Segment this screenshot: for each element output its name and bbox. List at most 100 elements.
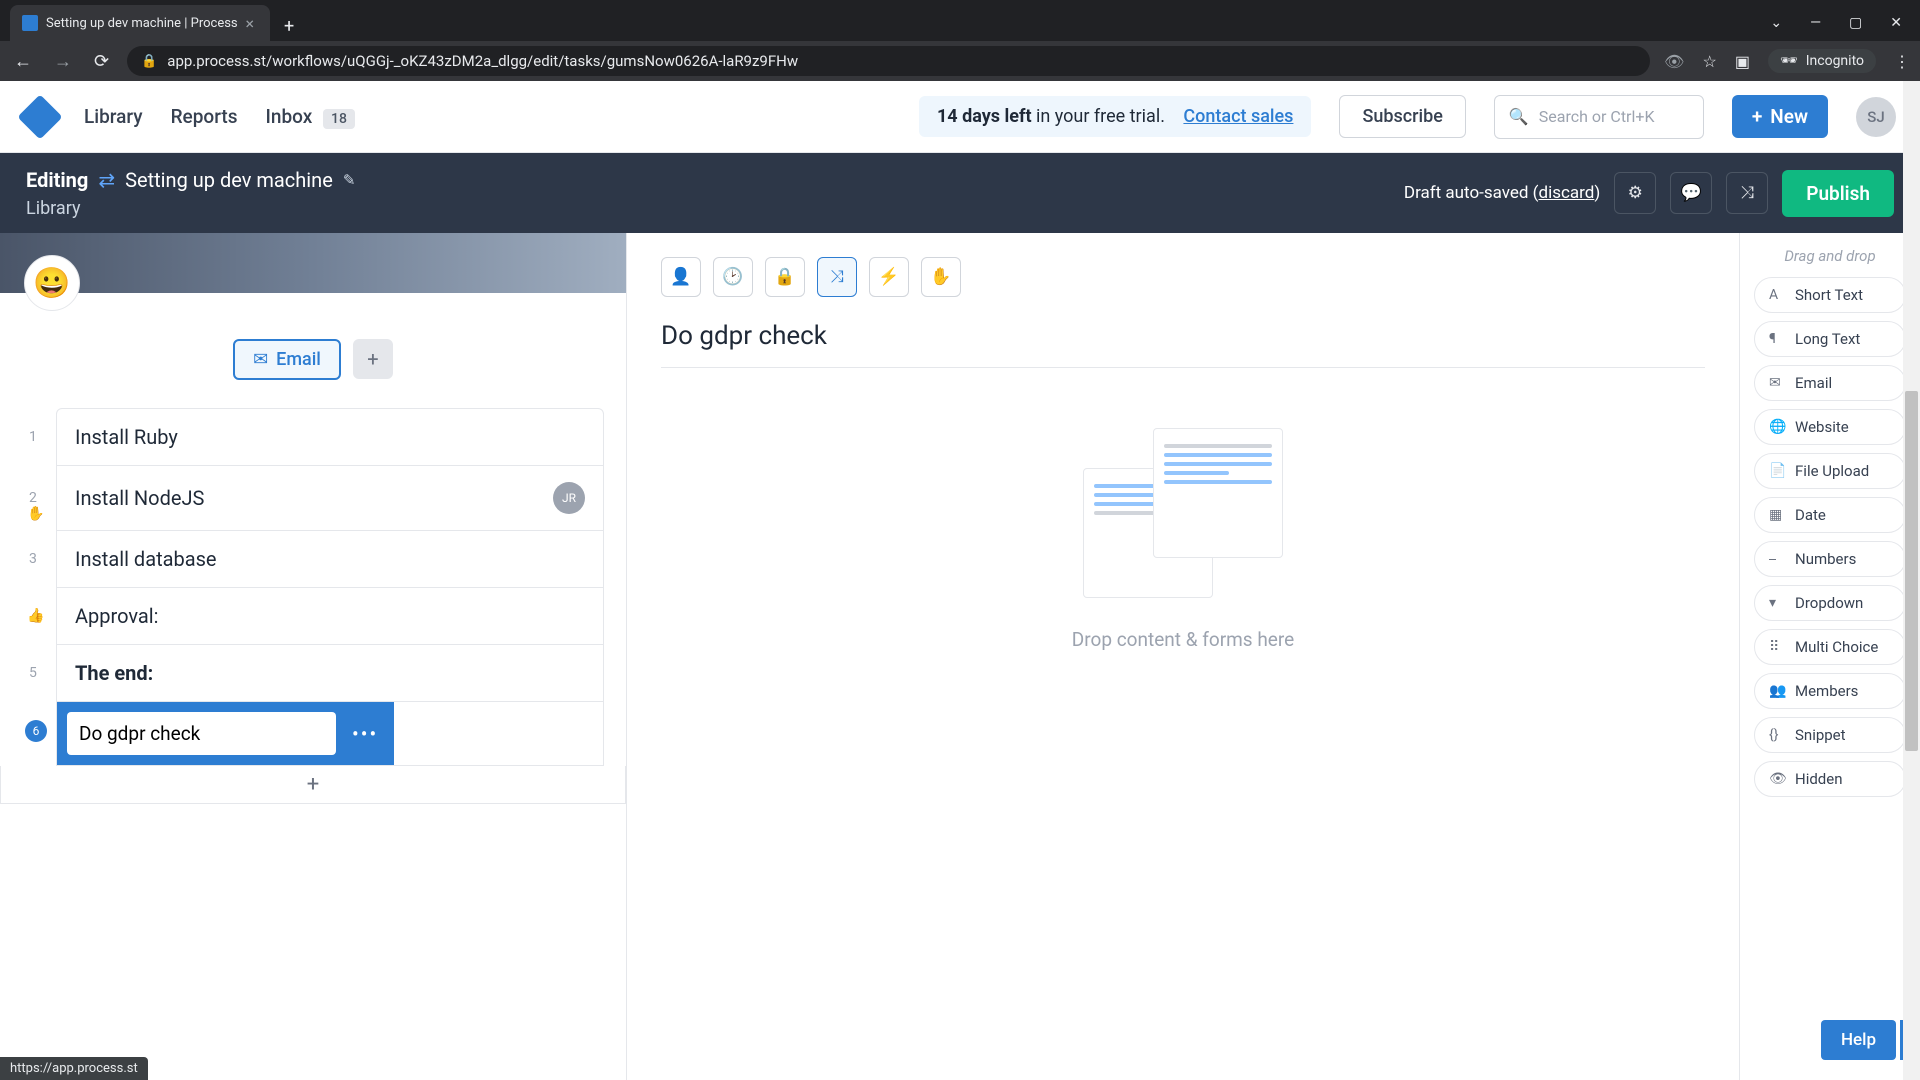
step-more-icon[interactable]: ••• xyxy=(346,722,384,746)
task-editor: 👤 🕑 🔒 ⤨ ⚡ ✋ Do gdpr check Drop content &… xyxy=(626,233,1740,1080)
reload-icon[interactable]: ⟳ xyxy=(90,47,113,76)
automations-button[interactable]: ⚡ xyxy=(869,257,909,297)
gear-icon: ⚙ xyxy=(1628,183,1643,203)
tab-title: Setting up dev machine | Process xyxy=(46,16,238,31)
field-hidden[interactable]: 👁Hidden xyxy=(1754,761,1906,797)
trial-banner: 14 days left in your free trial. Contact… xyxy=(919,96,1311,137)
cover-image[interactable] xyxy=(0,233,626,293)
calendar-icon: ▦ xyxy=(1769,507,1785,523)
nav-inbox[interactable]: Inbox 18 xyxy=(265,105,354,128)
field-file-upload[interactable]: 📄File Upload xyxy=(1754,453,1906,489)
app-logo[interactable] xyxy=(17,94,62,139)
app-topnav: Library Reports Inbox 18 14 days left in… xyxy=(0,81,1920,153)
eye-off-icon[interactable]: 👁 xyxy=(1664,52,1684,71)
shuffle-button[interactable]: ⤨ xyxy=(1726,172,1768,214)
due-date-button[interactable]: 🕑 xyxy=(713,257,753,297)
stop-button[interactable]: ✋ xyxy=(921,257,961,297)
window-controls: ⌄ — ▢ ✕ xyxy=(1752,5,1920,41)
user-avatar[interactable]: SJ xyxy=(1856,97,1896,137)
status-bar-url: https://app.process.st xyxy=(0,1057,148,1080)
step-label: Install Ruby xyxy=(75,425,178,449)
field-snippet[interactable]: {}Snippet xyxy=(1754,717,1906,753)
conditional-button[interactable]: ⤨ xyxy=(817,257,857,297)
incognito-badge[interactable]: 🕶 Incognito xyxy=(1768,49,1876,73)
nav-library[interactable]: Library xyxy=(84,105,143,128)
field-multi-choice[interactable]: ⠿Multi Choice xyxy=(1754,629,1906,665)
step-number: 3 xyxy=(29,551,37,567)
text-icon: A xyxy=(1769,287,1785,303)
add-step-button[interactable]: + xyxy=(0,766,626,804)
help-button[interactable]: Help xyxy=(1821,1020,1896,1060)
step-name-input[interactable] xyxy=(67,712,336,755)
content-dropzone[interactable]: Drop content & forms here xyxy=(661,428,1705,651)
task-title[interactable]: Do gdpr check xyxy=(661,321,1705,368)
settings-button[interactable]: ⚙ xyxy=(1614,172,1656,214)
field-website[interactable]: 🌐Website xyxy=(1754,409,1906,445)
dropzone-text: Drop content & forms here xyxy=(1072,628,1294,651)
lock-icon: 🔒 xyxy=(141,54,157,69)
add-block-button[interactable]: + xyxy=(353,339,393,379)
field-date[interactable]: ▦Date xyxy=(1754,497,1906,533)
new-button[interactable]: + New xyxy=(1732,95,1828,138)
step-item[interactable]: 👍 Approval: xyxy=(57,588,603,645)
search-input[interactable]: 🔍 Search or Ctrl+K xyxy=(1494,95,1704,139)
field-members[interactable]: 👥Members xyxy=(1754,673,1906,709)
back-icon[interactable]: ← xyxy=(10,47,36,76)
browser-tab[interactable]: Setting up dev machine | Process × xyxy=(10,5,270,41)
minimize-icon[interactable]: — xyxy=(1810,15,1821,31)
tab-favicon xyxy=(22,15,38,31)
shuffle-icon: ⤨ xyxy=(830,267,844,287)
field-numbers[interactable]: ⎯Numbers xyxy=(1754,541,1906,577)
field-email[interactable]: ✉Email xyxy=(1754,365,1906,401)
field-dropdown[interactable]: ▾Dropdown xyxy=(1754,585,1906,621)
envelope-icon: ✉ xyxy=(1769,375,1785,391)
step-number-badge: 6 xyxy=(25,720,47,742)
incognito-label: Incognito xyxy=(1806,53,1864,69)
field-short-text[interactable]: AShort Text xyxy=(1754,277,1906,313)
edit-name-icon[interactable]: ✎ xyxy=(343,171,356,189)
person-icon: 👤 xyxy=(670,267,691,287)
breadcrumb[interactable]: Library xyxy=(26,198,355,219)
email-button[interactable]: ✉ Email xyxy=(233,339,341,380)
comments-button[interactable]: 💬 xyxy=(1670,172,1712,214)
field-long-text[interactable]: ¶Long Text xyxy=(1754,321,1906,357)
url-input[interactable]: 🔒 app.process.st/workflows/uQGGj-_oKZ43z… xyxy=(127,46,1650,76)
paragraph-icon: ¶ xyxy=(1769,331,1785,347)
publish-button[interactable]: Publish xyxy=(1782,170,1894,217)
tab-search-icon[interactable]: ⌄ xyxy=(1770,15,1782,31)
workflow-emoji[interactable]: 😀 xyxy=(24,255,80,311)
browser-menu-icon[interactable]: ⋮ xyxy=(1894,52,1910,71)
maximize-icon[interactable]: ▢ xyxy=(1849,15,1862,31)
scroll-thumb[interactable] xyxy=(1905,391,1918,751)
step-item[interactable]: 1 Install Ruby xyxy=(57,409,603,466)
workflow-name: Setting up dev machine xyxy=(125,168,333,192)
url-text: app.process.st/workflows/uQGGj-_oKZ43zDM… xyxy=(167,52,798,70)
autosave-status: Draft auto-saved (discard) xyxy=(1404,183,1600,203)
comment-icon: 💬 xyxy=(1681,183,1702,203)
new-tab-button[interactable]: + xyxy=(270,11,308,41)
incognito-icon: 🕶 xyxy=(1780,53,1798,69)
extensions-icon[interactable]: ▣ xyxy=(1735,52,1750,71)
bookmark-icon[interactable]: ☆ xyxy=(1702,52,1716,71)
forward-icon: → xyxy=(50,47,76,76)
page-scrollbar[interactable] xyxy=(1903,81,1920,1080)
members-icon: 👥 xyxy=(1769,683,1785,699)
permissions-button[interactable]: 🔒 xyxy=(765,257,805,297)
step-item[interactable]: 3 Install database xyxy=(57,531,603,588)
nav-reports[interactable]: Reports xyxy=(171,105,238,128)
file-icon: 📄 xyxy=(1769,463,1785,479)
close-tab-icon[interactable]: × xyxy=(241,14,258,33)
thumbs-up-icon: 👍 xyxy=(27,608,44,624)
step-item-active[interactable]: 6 ••• xyxy=(57,702,603,765)
contact-sales-link[interactable]: Contact sales xyxy=(1183,106,1293,127)
assign-button[interactable]: 👤 xyxy=(661,257,701,297)
step-item[interactable]: 2 ✋ Install NodeJS JR xyxy=(57,466,603,531)
step-label: Install database xyxy=(75,547,217,571)
discard-link[interactable]: discard xyxy=(1539,183,1595,203)
assignee-avatar[interactable]: JR xyxy=(553,482,585,514)
subscribe-button[interactable]: Subscribe xyxy=(1339,95,1465,138)
close-window-icon[interactable]: ✕ xyxy=(1890,15,1902,31)
trial-rest: in your free trial. xyxy=(1032,106,1165,127)
step-number: 5 xyxy=(29,665,37,681)
step-item[interactable]: 5 The end: xyxy=(57,645,603,702)
